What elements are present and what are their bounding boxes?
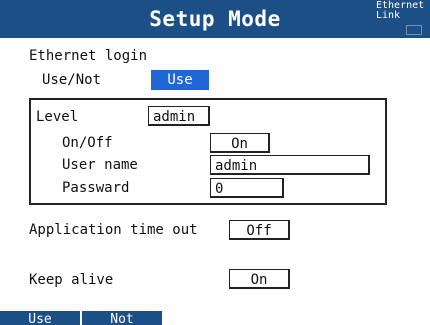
username-field[interactable]: admin	[210, 155, 370, 175]
keep-alive-label: Keep alive	[29, 272, 114, 288]
level-field[interactable]: admin	[148, 106, 210, 126]
ethernet-status: Ethernet Link	[376, 1, 426, 21]
softkey-not-button[interactable]: Not	[82, 311, 164, 325]
softkey-use-button[interactable]: Use	[0, 311, 82, 325]
password-field[interactable]: 0	[210, 178, 284, 198]
onoff-label: On/Off	[62, 135, 113, 151]
application-timeout-field[interactable]: Off	[229, 220, 290, 240]
level-label: Level	[36, 109, 79, 125]
onoff-field[interactable]: On	[210, 133, 270, 153]
softkey-bar: Use Not	[0, 311, 430, 325]
page-title: Setup Mode	[149, 7, 281, 31]
password-label: Passward	[62, 180, 130, 196]
use-not-label: Use/Not	[42, 72, 102, 88]
link-indicator-icon	[406, 25, 422, 35]
keep-alive-field[interactable]: On	[229, 269, 290, 289]
application-timeout-label: Application time out	[29, 222, 198, 238]
setup-screen: Setup Mode Ethernet Link Ethernet login …	[0, 0, 430, 325]
ethernet-login-heading: Ethernet login	[29, 48, 148, 64]
use-not-selector[interactable]: Use	[151, 70, 209, 90]
username-label: User name	[62, 157, 138, 173]
link-status-label: Link	[376, 10, 401, 21]
